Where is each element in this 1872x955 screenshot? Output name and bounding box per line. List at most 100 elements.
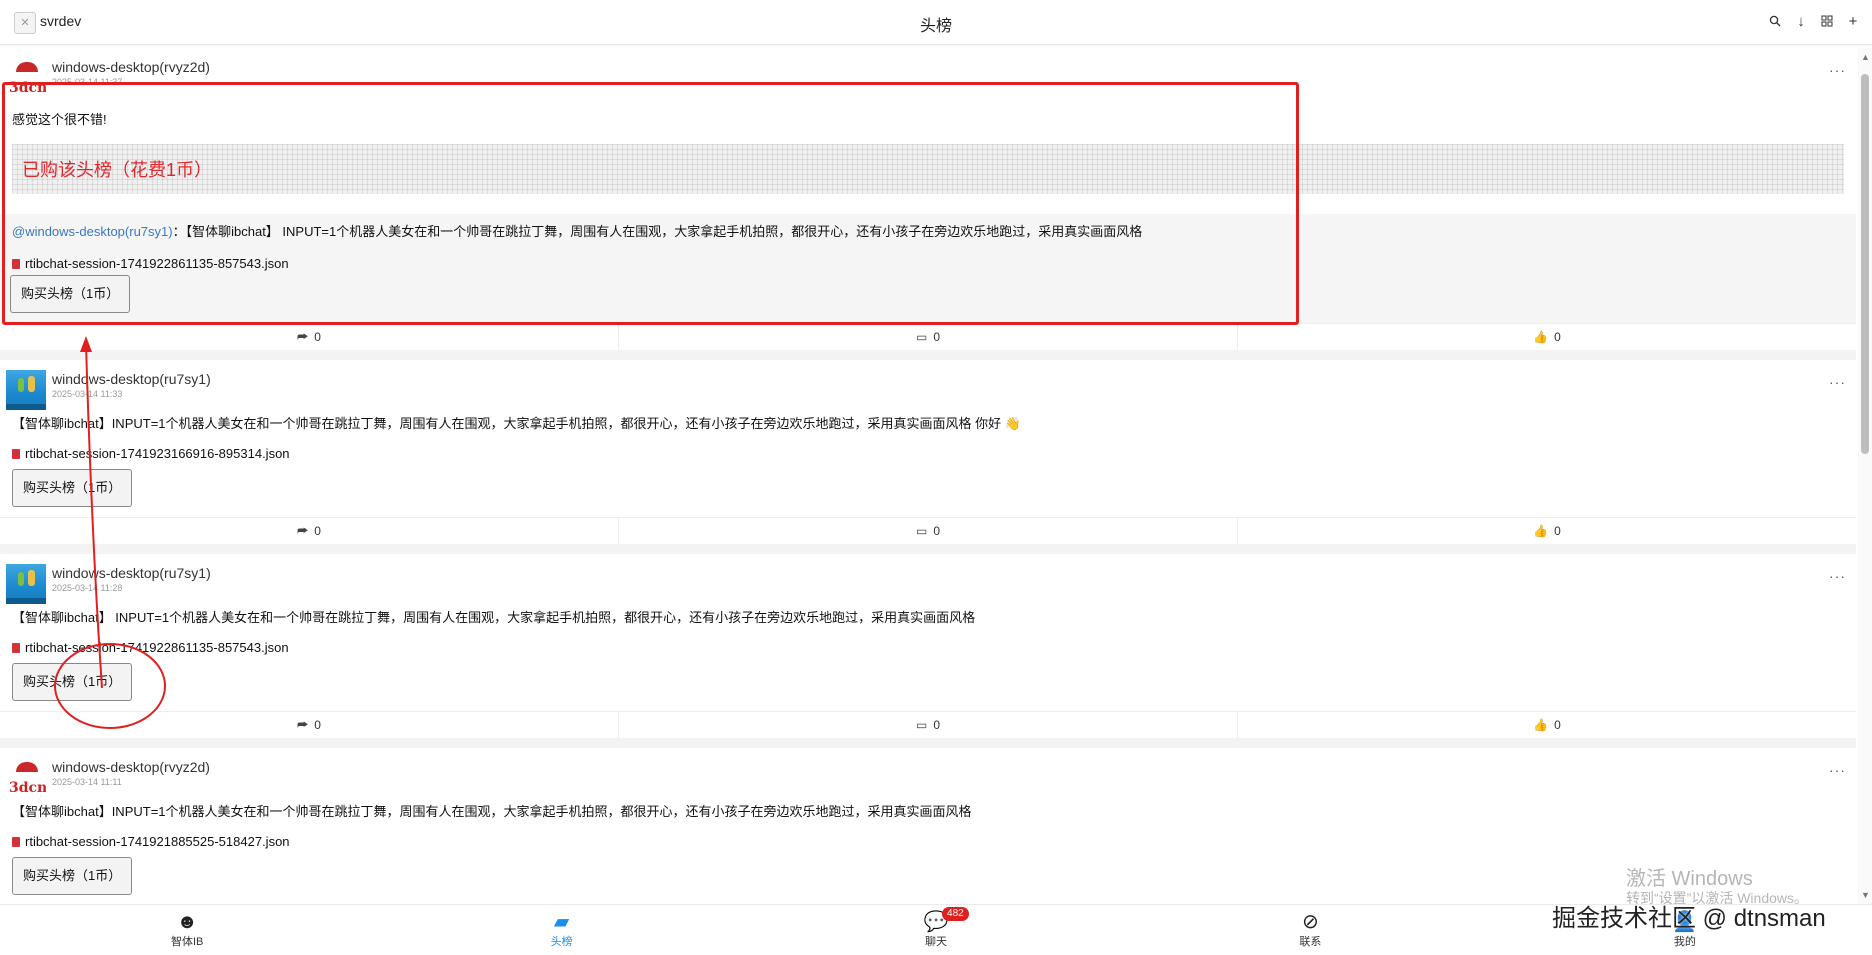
post-header: windows-desktop(ru7sy1) 2025-03-14 11:28… (0, 554, 1856, 604)
attachment[interactable]: rtibchat-session-1741922861135-857543.js… (12, 640, 1844, 655)
more-icon[interactable]: ··· (1829, 374, 1846, 390)
avatar[interactable]: 3dcn (6, 758, 46, 798)
scrollbar[interactable]: ▲ ▼ (1858, 48, 1872, 904)
scroll-thumb[interactable] (1861, 74, 1869, 454)
tab-label: 联系 (1299, 936, 1322, 948)
post-content: 感觉这个很不错! (12, 112, 107, 127)
download-icon[interactable]: ↓ (1792, 10, 1810, 32)
avatar[interactable] (6, 564, 46, 604)
post-header: 3dcn windows-desktop(rvyz2d) 2025-03-14 … (0, 48, 1856, 98)
quote-text-row: @windows-desktop(ru7sy1)：【智体聊ibchat】 INP… (12, 222, 1844, 242)
grid-icon[interactable] (1818, 10, 1836, 32)
thumbs-up-icon: 👍 (1533, 718, 1549, 732)
smile-icon: ☻ (176, 911, 198, 933)
thumbs-up-icon: 👍 (1533, 524, 1549, 538)
like-action[interactable]: 👍 0 (1238, 712, 1856, 738)
post-time: 2025-03-14 11:11 (52, 777, 122, 787)
buy-button[interactable]: 购买头榜（1币） (12, 857, 133, 895)
scroll-down-icon[interactable]: ▼ (1861, 890, 1870, 900)
attachment[interactable]: rtibchat-session-1741921885525-518427.js… (12, 834, 1844, 849)
post-card: windows-desktop(ru7sy1) 2025-03-14 11:28… (0, 554, 1856, 748)
quoted-post[interactable]: @windows-desktop(ru7sy1)：【智体聊ibchat】 INP… (0, 214, 1856, 323)
attachment-name[interactable]: rtibchat-session-1741923166916-895314.js… (25, 446, 290, 461)
comment-action[interactable]: ▭ 0 (619, 324, 1238, 350)
attachment[interactable]: rtibchat-session-1741922861135-857543.js… (12, 256, 1844, 271)
comment-action[interactable]: ▭ 0 (619, 518, 1238, 544)
post-actions: ⮫ 0 ▭ 0 👍 0 (0, 711, 1856, 738)
add-icon[interactable]: + (1844, 10, 1862, 32)
site-credit: 掘金技术社区 @ dtnsman (1552, 905, 1826, 932)
share-count: 0 (314, 524, 321, 538)
post-header: 3dcn windows-desktop(rvyz2d) 2025-03-14 … (0, 748, 1856, 798)
share-action[interactable]: ⮫ 0 (0, 518, 619, 544)
share-icon: ⮫ (297, 717, 309, 732)
feed: 3dcn windows-desktop(rvyz2d) 2025-03-14 … (0, 48, 1856, 915)
mention-link[interactable]: @windows-desktop(ru7sy1) (12, 224, 173, 239)
comment-count: 0 (933, 524, 941, 538)
top-bar: ✕ svrdev 头榜 ↓ + (0, 0, 1872, 45)
like-count: 0 (1554, 524, 1561, 538)
purchased-label: 已购该头榜（花费1币） (22, 160, 213, 180)
post-author[interactable]: windows-desktop(ru7sy1) (52, 371, 211, 387)
file-icon (12, 642, 20, 653)
attachment-name[interactable]: rtibchat-session-1741922861135-857543.js… (25, 256, 289, 271)
chat-bubble-icon: ▰ (553, 911, 570, 933)
share-action[interactable]: ⮫ 0 (0, 712, 619, 738)
comment-icon: ▭ (915, 524, 928, 538)
post-time: 2025-03-14 11:37 (52, 77, 123, 87)
post-actions: ⮫ 0 ▭ 0 👍 0 (0, 517, 1856, 544)
post-time: 2025-03-14 11:28 (52, 583, 123, 593)
like-action[interactable]: 👍 0 (1238, 518, 1856, 544)
tab-label: 头榜 (550, 936, 573, 948)
attachment[interactable]: rtibchat-session-1741923166916-895314.js… (12, 446, 1844, 461)
post-author[interactable]: windows-desktop(ru7sy1) (52, 565, 211, 581)
tab-label: 聊天 (925, 936, 948, 948)
post-actions: ⮫ 0 ▭ 0 👍 0 (0, 323, 1856, 350)
tab-label: 智体IB (171, 936, 204, 948)
comment-count: 0 (933, 330, 941, 344)
avatar-brand: 3dcn (9, 780, 46, 796)
like-action[interactable]: 👍 0 (1238, 324, 1856, 350)
tab-toubang[interactable]: ▰ 头榜 (374, 905, 748, 955)
more-icon[interactable]: ··· (1829, 762, 1846, 778)
quote-separator: ： (172, 224, 186, 239)
avatar-brand: 3dcn (9, 80, 46, 96)
more-icon[interactable]: ··· (1829, 568, 1846, 584)
file-icon (12, 258, 20, 269)
share-count: 0 (314, 330, 321, 344)
post-content: 【智体聊ibchat】 INPUT=1个机器人美女在和一个帅哥在跳拉丁舞，周围有… (12, 610, 976, 625)
post-author[interactable]: windows-desktop(rvyz2d) (52, 759, 210, 775)
post-content: 【智体聊ibchat】INPUT=1个机器人美女在和一个帅哥在跳拉丁舞，周围有人… (12, 416, 1021, 431)
avatar[interactable] (6, 370, 46, 410)
quote-text: 【智体聊ibchat】 INPUT=1个机器人美女在和一个帅哥在跳拉丁舞，周围有… (185, 224, 1143, 239)
tab-contacts[interactable]: ⊘ 联系 (1123, 905, 1497, 955)
search-icon[interactable] (1766, 10, 1784, 32)
buy-button[interactable]: 购买头榜（1币） (12, 663, 133, 701)
post-author[interactable]: windows-desktop(rvyz2d) (52, 59, 210, 75)
attachment-name[interactable]: rtibchat-session-1741921885525-518427.js… (25, 834, 290, 849)
comment-action[interactable]: ▭ 0 (619, 712, 1238, 738)
post-header: windows-desktop(ru7sy1) 2025-03-14 11:33… (0, 360, 1856, 410)
page-title: 头榜 (919, 18, 952, 35)
avatar[interactable]: 3dcn (6, 58, 46, 98)
unread-badge: 482 (942, 907, 969, 921)
share-action[interactable]: ⮫ 0 (0, 324, 619, 350)
top-actions: ↓ + (1766, 10, 1862, 32)
file-icon (12, 836, 20, 847)
like-count: 0 (1554, 718, 1561, 732)
share-icon: ⮫ (297, 329, 309, 344)
thumbs-up-icon: 👍 (1533, 330, 1549, 344)
buy-button[interactable]: 购买头榜（1币） (10, 275, 131, 313)
post-body: 【智体聊ibchat】 INPUT=1个机器人美女在和一个帅哥在跳拉丁舞，周围有… (0, 602, 1856, 711)
file-icon (12, 448, 20, 459)
scroll-up-icon[interactable]: ▲ (1861, 52, 1870, 62)
tab-ib[interactable]: ☻ 智体IB (0, 905, 374, 955)
like-count: 0 (1554, 330, 1561, 344)
more-icon[interactable]: ··· (1829, 62, 1846, 78)
share-icon: ⮫ (297, 523, 309, 538)
post-card: windows-desktop(ru7sy1) 2025-03-14 11:33… (0, 360, 1856, 554)
buy-button[interactable]: 购买头榜（1币） (12, 469, 133, 507)
tab-chat[interactable]: 💬 482 聊天 (749, 905, 1123, 955)
comment-icon: ▭ (915, 330, 928, 344)
attachment-name[interactable]: rtibchat-session-1741922861135-857543.js… (25, 640, 289, 655)
